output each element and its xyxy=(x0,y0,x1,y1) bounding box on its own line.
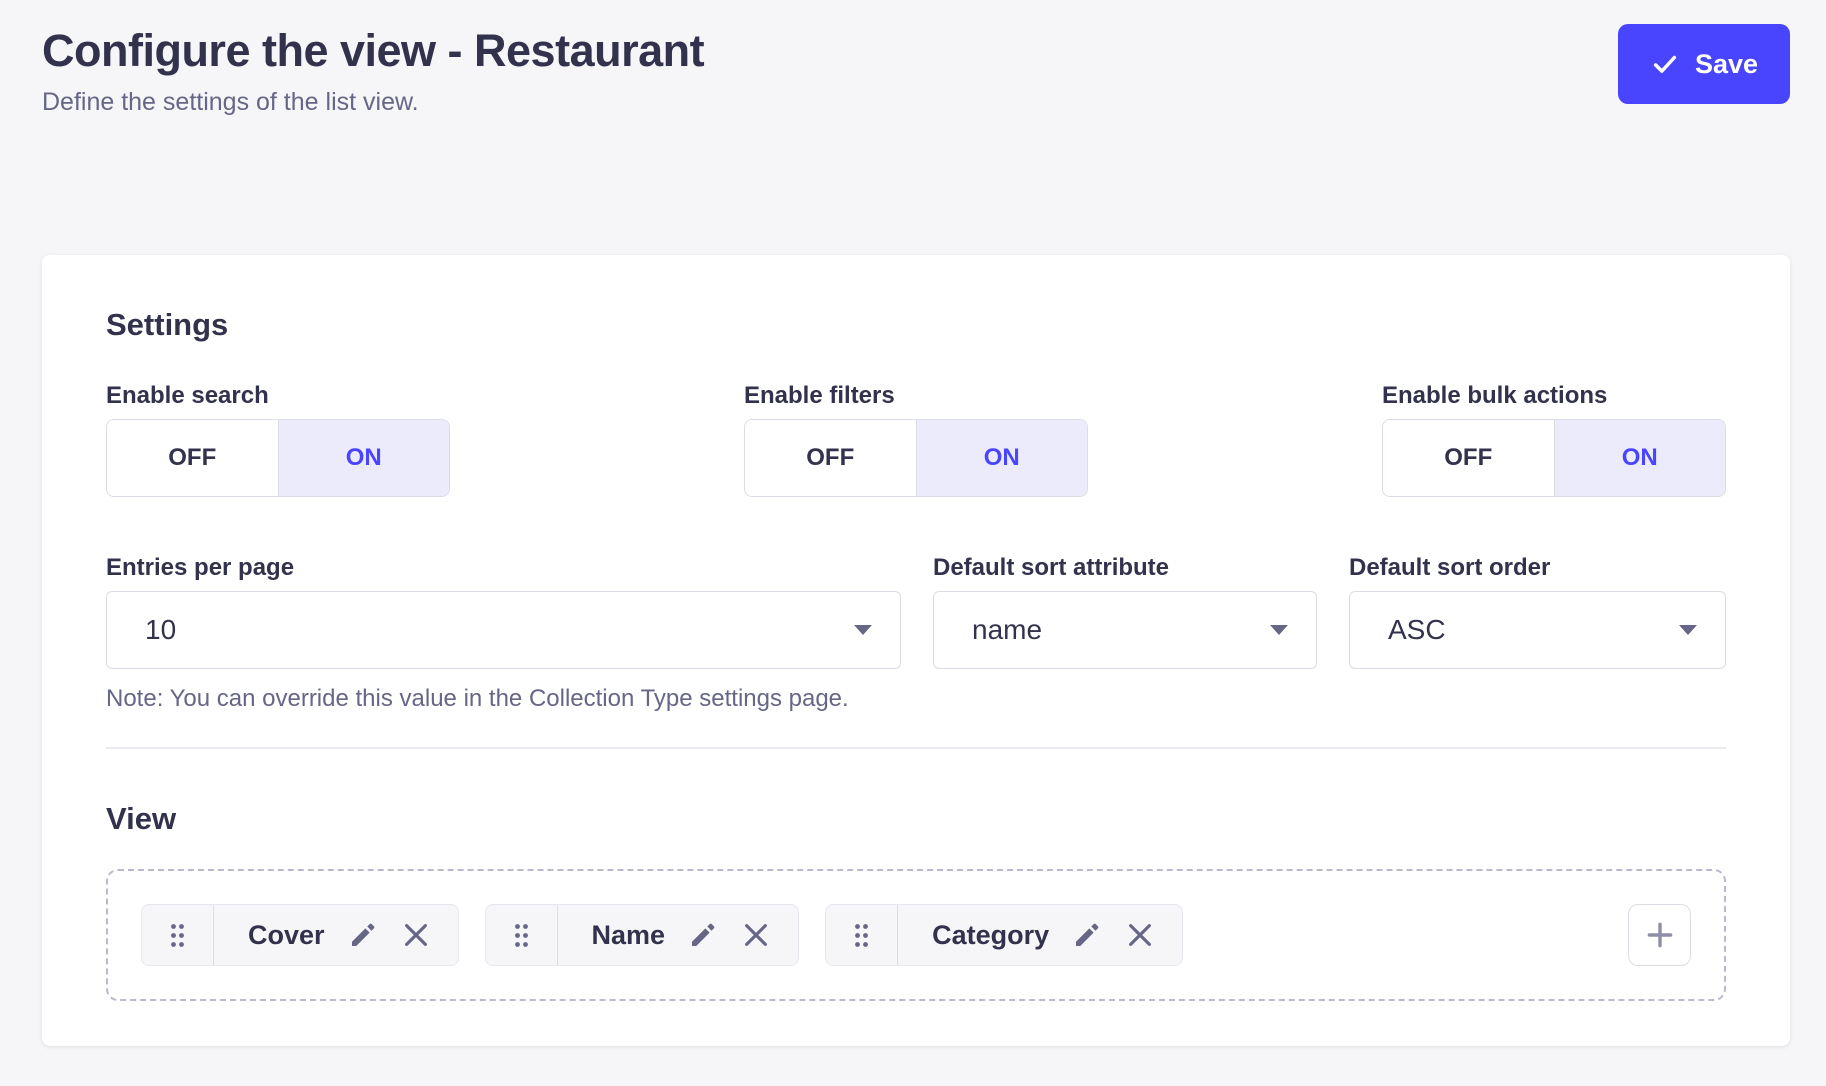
chevron-down-icon xyxy=(1270,625,1288,635)
enable-filters-label: Enable filters xyxy=(744,381,1088,411)
enable-filters-toggle: OFF ON xyxy=(744,419,1088,497)
toggles-row: Enable search OFF ON Enable filters OFF … xyxy=(106,381,1726,497)
view-heading: View xyxy=(106,801,1726,837)
field-drop-zone: Cover xyxy=(106,869,1726,1001)
default-sort-attribute-value: name xyxy=(972,614,1042,646)
add-field-button[interactable] xyxy=(1628,904,1691,966)
field-chip-label: Name xyxy=(592,920,666,951)
enable-bulk-actions-field: Enable bulk actions OFF ON xyxy=(1382,381,1726,497)
edit-field-button[interactable] xyxy=(348,920,378,950)
page-header: Configure the view - Restaurant Define t… xyxy=(0,0,1826,117)
pencil-icon xyxy=(1072,920,1102,950)
default-sort-attribute-select[interactable]: name xyxy=(933,591,1317,669)
plus-icon xyxy=(1643,918,1677,952)
edit-field-button[interactable] xyxy=(688,920,718,950)
field-chip-category[interactable]: Category xyxy=(825,904,1183,966)
chip-body: Name xyxy=(558,905,799,965)
edit-field-button[interactable] xyxy=(1072,920,1102,950)
enable-bulk-actions-label: Enable bulk actions xyxy=(1382,381,1726,411)
chip-body: Cover xyxy=(214,905,458,965)
entries-per-page-select[interactable]: 10 xyxy=(106,591,901,669)
default-sort-order-field: Default sort order ASC xyxy=(1349,553,1726,713)
pencil-icon xyxy=(688,920,718,950)
save-button[interactable]: Save xyxy=(1618,24,1790,104)
remove-field-button[interactable] xyxy=(741,920,771,950)
drag-dots-icon xyxy=(513,922,530,949)
enable-search-label: Enable search xyxy=(106,381,450,411)
field-chip-cover[interactable]: Cover xyxy=(141,904,459,966)
default-sort-order-label: Default sort order xyxy=(1349,553,1726,583)
settings-card: Settings Enable search OFF ON Enable fil… xyxy=(42,255,1790,1046)
enable-filters-off-option[interactable]: OFF xyxy=(745,420,917,496)
drag-handle[interactable] xyxy=(826,905,898,965)
field-chip-label: Category xyxy=(932,920,1049,951)
close-icon xyxy=(401,920,431,950)
selects-row: Entries per page 10 Note: You can overri… xyxy=(106,553,1726,713)
enable-filters-on-option[interactable]: ON xyxy=(917,420,1088,496)
default-sort-order-value: ASC xyxy=(1388,614,1446,646)
remove-field-button[interactable] xyxy=(401,920,431,950)
enable-search-on-option[interactable]: ON xyxy=(279,420,450,496)
enable-bulk-actions-toggle: OFF ON xyxy=(1382,419,1726,497)
enable-search-field: Enable search OFF ON xyxy=(106,381,450,497)
drag-handle[interactable] xyxy=(486,905,558,965)
field-chip-name[interactable]: Name xyxy=(485,904,800,966)
close-icon xyxy=(1125,920,1155,950)
enable-search-off-option[interactable]: OFF xyxy=(107,420,279,496)
entries-per-page-label: Entries per page xyxy=(106,553,901,583)
section-divider xyxy=(106,747,1726,749)
default-sort-attribute-field: Default sort attribute name xyxy=(933,553,1317,713)
enable-bulk-actions-off-option[interactable]: OFF xyxy=(1383,420,1555,496)
entries-per-page-value: 10 xyxy=(145,614,176,646)
field-chip-label: Cover xyxy=(248,920,325,951)
enable-filters-field: Enable filters OFF ON xyxy=(744,381,1088,497)
drag-dots-icon xyxy=(853,922,870,949)
default-sort-attribute-label: Default sort attribute xyxy=(933,553,1317,583)
enable-bulk-actions-on-option[interactable]: ON xyxy=(1555,420,1726,496)
close-icon xyxy=(741,920,771,950)
pencil-icon xyxy=(348,920,378,950)
chip-body: Category xyxy=(898,905,1182,965)
drag-dots-icon xyxy=(169,922,186,949)
page-subtitle: Define the settings of the list view. xyxy=(42,88,704,117)
chevron-down-icon xyxy=(1679,625,1697,635)
enable-search-toggle: OFF ON xyxy=(106,419,450,497)
settings-heading: Settings xyxy=(106,307,1726,343)
check-icon xyxy=(1650,49,1680,79)
remove-field-button[interactable] xyxy=(1125,920,1155,950)
drag-handle[interactable] xyxy=(142,905,214,965)
save-button-label: Save xyxy=(1695,49,1758,80)
default-sort-order-select[interactable]: ASC xyxy=(1349,591,1726,669)
header-text: Configure the view - Restaurant Define t… xyxy=(42,24,704,117)
page-title: Configure the view - Restaurant xyxy=(42,24,704,78)
entries-per-page-field: Entries per page 10 Note: You can overri… xyxy=(106,553,901,713)
entries-per-page-note: Note: You can override this value in the… xyxy=(106,685,901,713)
chevron-down-icon xyxy=(854,625,872,635)
